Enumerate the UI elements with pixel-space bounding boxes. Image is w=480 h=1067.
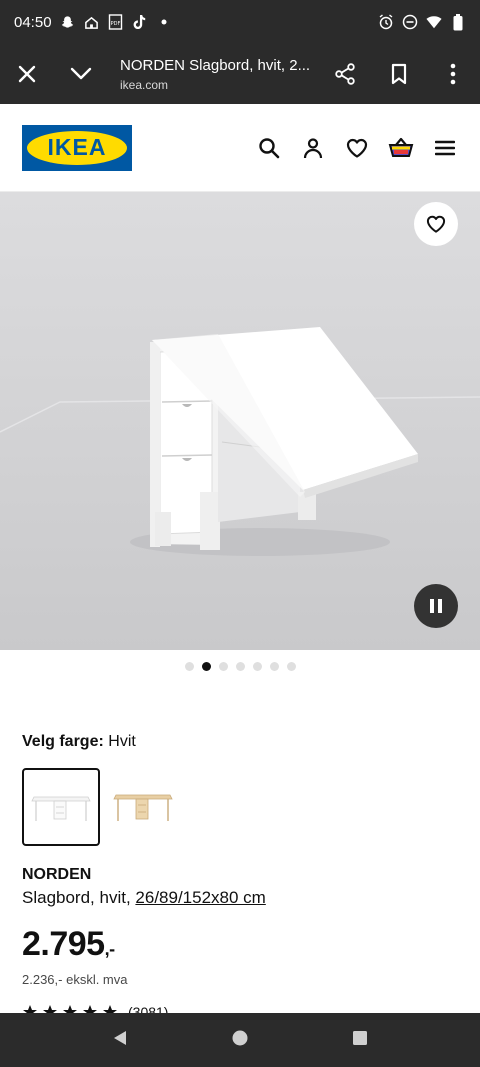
- logo-oval: IKEA: [27, 130, 127, 165]
- page-url: ikea.com: [120, 77, 169, 92]
- carousel-pagination: [0, 662, 480, 671]
- recents-square-icon: [353, 1030, 367, 1045]
- ikea-logo[interactable]: IKEA: [22, 124, 132, 171]
- price-main: 2.795: [22, 925, 105, 963]
- page-title-area[interactable]: NORDEN Slagbord, hvit, 2... ikea.com: [108, 57, 318, 92]
- svg-text:PDF: PDF: [111, 21, 121, 27]
- heart-icon: [346, 138, 368, 158]
- home-circle-icon: [232, 1030, 248, 1045]
- status-bar: 04:50 PDF: [0, 0, 480, 44]
- chevron-down-icon: [70, 67, 92, 80]
- battery-icon: [450, 13, 466, 30]
- close-tab-button[interactable]: [0, 44, 54, 104]
- carousel-dot[interactable]: [218, 662, 228, 671]
- browser-toolbar: NORDEN Slagbord, hvit, 2... ikea.com: [0, 44, 480, 104]
- bookmark-button[interactable]: [372, 44, 426, 104]
- carousel-dot[interactable]: [286, 662, 296, 671]
- product-description-text: Slagbord, hvit,: [22, 888, 136, 907]
- white-table-thumbnail: [31, 796, 91, 821]
- color-label-value: Hvit: [108, 733, 136, 750]
- alarm-icon: [378, 14, 394, 30]
- pdf-icon: PDF: [108, 14, 124, 30]
- system-navigation-bar: [0, 1013, 480, 1067]
- collapse-button[interactable]: [54, 44, 108, 104]
- logo-text: IKEA: [47, 134, 107, 160]
- carousel-dot[interactable]: [269, 662, 279, 671]
- user-icon: [303, 137, 323, 158]
- product-dimensions-link[interactable]: 26/89/152x80 cm: [135, 888, 265, 907]
- carousel-dot[interactable]: [184, 662, 194, 671]
- search-button[interactable]: [256, 135, 282, 161]
- color-selector-label: Velg farge: Hvit: [22, 733, 136, 751]
- product-price: 2.795,-: [22, 925, 115, 964]
- dot-icon: [156, 14, 172, 30]
- close-icon: [18, 65, 36, 83]
- product-image-carousel[interactable]: [0, 192, 480, 650]
- carousel-dot[interactable]: [235, 662, 245, 671]
- pause-video-button[interactable]: [414, 584, 458, 628]
- site-header: IKEA: [0, 104, 480, 192]
- color-swatch-birch[interactable]: [104, 768, 182, 846]
- more-vertical-icon: [450, 63, 456, 85]
- share-icon: [335, 63, 355, 85]
- back-button[interactable]: [111, 1029, 129, 1052]
- clock: 04:50: [14, 13, 52, 31]
- carousel-dot[interactable]: [252, 662, 262, 671]
- product-image: [0, 327, 480, 556]
- do-not-disturb-icon: [402, 14, 418, 30]
- product-name: NORDEN: [22, 866, 92, 883]
- menu-button[interactable]: [432, 135, 458, 161]
- home-icon: [84, 14, 100, 30]
- snapchat-icon: [60, 14, 76, 30]
- bookmark-icon: [391, 63, 407, 85]
- heart-icon: [426, 215, 446, 233]
- profile-button[interactable]: [300, 135, 326, 161]
- birch-table-thumbnail: [113, 794, 173, 821]
- more-menu-button[interactable]: [426, 44, 480, 104]
- favourites-button[interactable]: [344, 135, 370, 161]
- carousel-dot-active[interactable]: [201, 662, 211, 671]
- page-title: NORDEN Slagbord, hvit, 2...: [120, 56, 311, 74]
- back-triangle-icon: [114, 1030, 126, 1045]
- color-swatch-white[interactable]: [22, 768, 100, 846]
- add-to-favourites-button[interactable]: [414, 202, 458, 246]
- share-button[interactable]: [318, 44, 372, 104]
- price-excl-vat: 2.236,- ekskl. mva: [22, 972, 128, 987]
- color-label-title: Velg farge:: [22, 733, 104, 750]
- cart-button[interactable]: [388, 135, 414, 161]
- home-button[interactable]: [231, 1029, 249, 1052]
- product-description: Slagbord, hvit, 26/89/152x80 cm: [22, 888, 266, 908]
- search-icon: [259, 137, 280, 158]
- cart-icon: [388, 137, 414, 157]
- wifi-icon: [426, 14, 442, 30]
- hamburger-menu-icon: [435, 140, 455, 155]
- pause-icon: [430, 599, 442, 613]
- recents-button[interactable]: [351, 1029, 369, 1052]
- tiktok-icon: [132, 14, 148, 30]
- price-suffix: ,-: [104, 939, 116, 959]
